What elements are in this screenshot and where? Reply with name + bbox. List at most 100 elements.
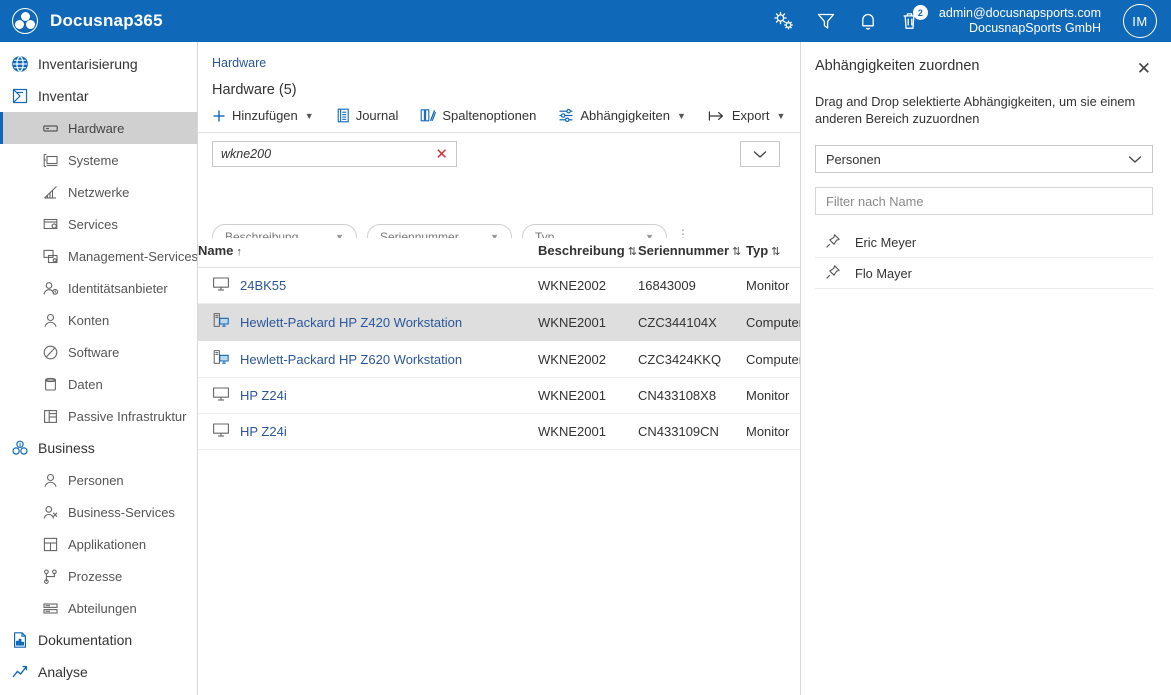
trash-bin-icon[interactable]: 2 (897, 5, 928, 34)
row-name-link[interactable]: Hewlett-Packard HP Z420 Workstation (240, 315, 462, 330)
cell-seriennummer: CZC3424KKQ (638, 340, 746, 378)
sidebar-item-business-services[interactable]: Business-Services (0, 496, 197, 528)
notification-bell-icon[interactable] (855, 8, 881, 34)
table-row[interactable]: HP Z24i WKNE2001 CN433109CN Monitor (198, 413, 800, 450)
clear-search-icon[interactable]: ✕ (433, 147, 450, 162)
sort-toggle-icon: ⇅ (627, 246, 637, 258)
close-icon[interactable]: ✕ (1135, 58, 1153, 79)
export-button-label: Export (731, 108, 770, 123)
sidebar-item-business[interactable]: $ Business (0, 432, 197, 464)
row-name-link[interactable]: Hewlett-Packard HP Z620 Workstation (240, 352, 462, 367)
sidebar-item-abteilungen[interactable]: Abteilungen (0, 592, 197, 624)
sidebar-item-analyse[interactable]: Analyse (0, 656, 197, 688)
sidebar-item-software[interactable]: Software (0, 336, 197, 368)
table-row[interactable]: 24BK55 WKNE2002 16843009 Monitor (198, 267, 800, 304)
list-item[interactable]: Flo Mayer (815, 258, 1153, 289)
sidebar-item-systeme[interactable]: Systeme (0, 144, 197, 176)
monitor-icon (212, 422, 230, 441)
column-header-beschreibung-label: Beschreibung (538, 243, 625, 258)
sidebar-item-hardware[interactable]: Hardware (0, 112, 197, 144)
cell-name[interactable]: Hewlett-Packard HP Z620 Workstation (198, 340, 538, 378)
sidebar-item-konten[interactable]: Konten (0, 304, 197, 336)
cell-seriennummer: 16843009 (638, 267, 746, 304)
sidebar-item-inventarisierung[interactable]: Inventarisierung (0, 48, 197, 80)
user-email: admin@docusnapsports.com (938, 6, 1101, 20)
funnel-filter-icon[interactable] (813, 8, 839, 34)
name-filter-input[interactable] (826, 193, 1142, 209)
sidebar-item-identit-tsanbieter[interactable]: Identitätsanbieter (0, 272, 197, 304)
user-info[interactable]: admin@docusnapsports.com DocusnapSports … (939, 6, 1101, 36)
sidebar-item-inventar[interactable]: Inventar (0, 80, 197, 112)
database-icon (40, 376, 60, 393)
brand-area[interactable]: Docusnap365 (0, 8, 163, 34)
app-title: Docusnap365 (50, 11, 163, 30)
systems-icon (40, 152, 60, 169)
trash-count-badge: 2 (912, 5, 928, 20)
sidebar-item-management-services[interactable]: Management-Services (0, 240, 197, 272)
column-options-button[interactable]: Spaltenoptionen (420, 108, 536, 123)
column-header-beschreibung[interactable]: Beschreibung ⇅ (538, 238, 638, 268)
add-button-label: Hinzufügen (232, 108, 298, 123)
column-header-typ[interactable]: Typ ⇅ (746, 238, 800, 268)
software-disc-icon (40, 344, 60, 361)
cell-name[interactable]: 24BK55 (198, 267, 538, 304)
sidebar-item-passive-infrastruktur[interactable]: Passive Infrastruktur (0, 400, 197, 432)
name-filter-box[interactable] (815, 187, 1153, 215)
sidebar-item-label: Inventarisierung (38, 56, 138, 72)
passive-infrastructure-icon (40, 408, 60, 425)
sidebar-item-label: Personen (68, 472, 124, 488)
dependencies-button[interactable]: Abhängigkeiten ▼ (558, 108, 686, 123)
scope-select[interactable]: Personen (815, 145, 1153, 173)
sort-asc-icon: ↑ (236, 246, 242, 258)
panel-title: Abhängigkeiten zuordnen (815, 58, 980, 74)
sidebar-item-applikationen[interactable]: Applikationen (0, 528, 197, 560)
sidebar-item-label: Systeme (68, 152, 119, 168)
services-icon (40, 216, 60, 233)
sidebar-item-services[interactable]: Services (0, 208, 197, 240)
sidebar-item-netzwerke[interactable]: Netzwerke (0, 176, 197, 208)
journal-button[interactable]: Journal (336, 108, 398, 123)
chevron-down-icon: ▼ (776, 110, 786, 121)
export-button[interactable]: Export ▼ (708, 108, 786, 123)
hardware-table-container: Name ↑ Beschreibung ⇅ Seriennummer ⇅ Typ ⇅ (198, 238, 800, 695)
cell-beschreibung: WKNE2001 (538, 377, 638, 414)
sidebar-item-personen[interactable]: Personen (0, 464, 197, 496)
identity-provider-icon (40, 280, 60, 297)
avatar[interactable]: IM (1123, 4, 1157, 38)
add-button[interactable]: Hinzufügen ▼ (212, 108, 314, 123)
sidebar-item-prozesse[interactable]: Prozesse (0, 560, 197, 592)
table-row[interactable]: HP Z24i WKNE2001 CN433108X8 Monitor (198, 377, 800, 414)
chevron-down-icon (1128, 155, 1142, 163)
sidebar-item-label: Analyse (38, 664, 88, 680)
gear-settings-icon[interactable] (771, 8, 797, 34)
table-row[interactable]: Hewlett-Packard HP Z420 Workstation WKNE2… (198, 303, 800, 341)
sidebar-item-label: Business-Services (68, 504, 175, 520)
main-area: Hardware Hardware (5) Hinzufügen ▼ Journ… (198, 42, 1171, 695)
search-input[interactable] (221, 147, 434, 161)
row-name-link[interactable]: HP Z24i (240, 424, 287, 439)
sidebar-item-daten[interactable]: Daten (0, 368, 197, 400)
docusnap-logo-icon (12, 8, 38, 34)
search-row: ✕ (198, 133, 800, 167)
list-item[interactable]: Eric Meyer (815, 227, 1153, 258)
column-header-name[interactable]: Name ↑ (198, 238, 538, 268)
row-name-link[interactable]: 24BK55 (240, 278, 286, 293)
page-title: Hardware (5) (212, 82, 297, 98)
expand-filters-button[interactable] (740, 141, 780, 167)
cell-name[interactable]: HP Z24i (198, 413, 538, 450)
sidebar-item-label: Services (68, 216, 118, 232)
header-actions: 2 admin@docusnapsports.com DocusnapSport… (771, 4, 1171, 38)
breadcrumb[interactable]: Hardware (198, 42, 800, 70)
row-name-link[interactable]: HP Z24i (240, 388, 287, 403)
sidebar-item-label: Management-Services (68, 248, 198, 264)
cell-name[interactable]: HP Z24i (198, 377, 538, 414)
cell-name[interactable]: Hewlett-Packard HP Z420 Workstation (198, 303, 538, 341)
table-row[interactable]: Hewlett-Packard HP Z620 Workstation WKNE2… (198, 340, 800, 378)
sidebar-item-abh-ngigkeiten[interactable]: AbhängigkeitenPreview (0, 688, 197, 695)
business-icon: $ (10, 439, 30, 457)
sidebar-item-label: Dokumentation (38, 632, 133, 648)
analysis-trend-icon (10, 663, 30, 681)
sidebar-item-dokumentation[interactable]: Dokumentation (0, 624, 197, 656)
column-header-seriennummer[interactable]: Seriennummer ⇅ (638, 238, 746, 268)
search-box[interactable]: ✕ (212, 141, 457, 167)
